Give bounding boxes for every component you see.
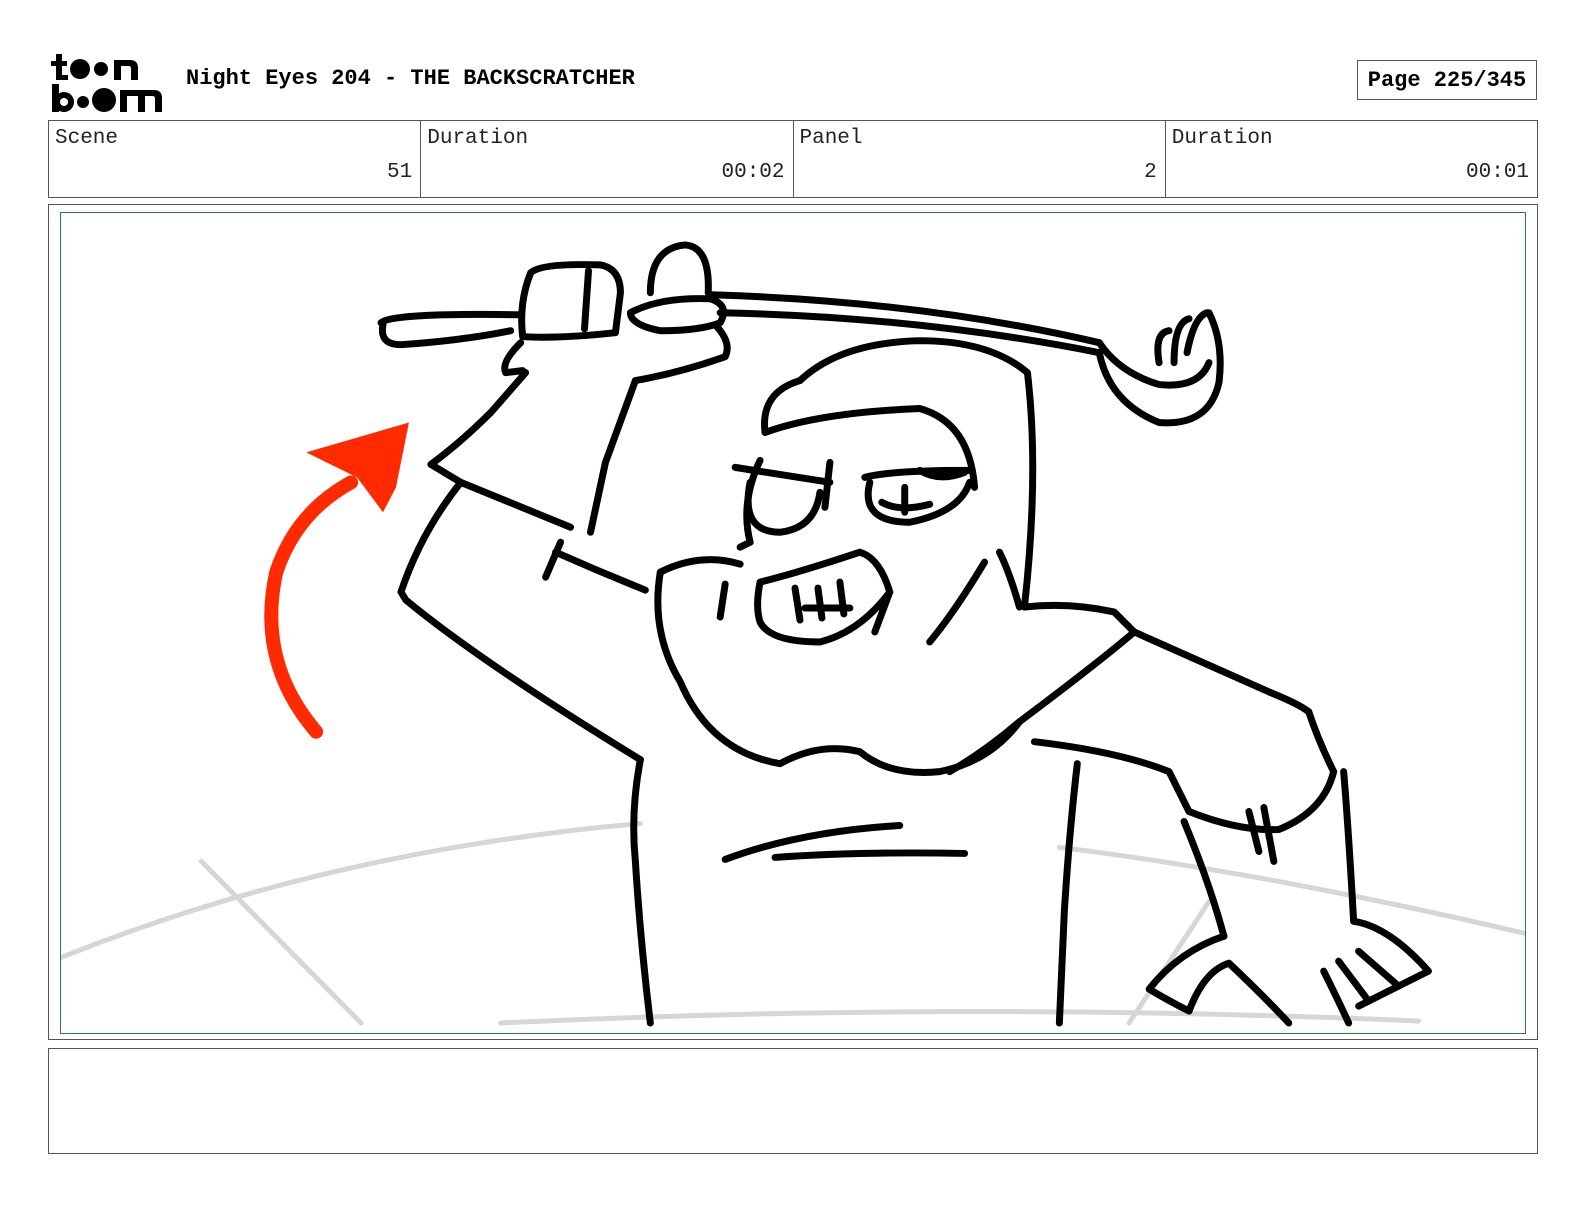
scene-label: Scene xyxy=(55,127,119,150)
panel-duration-label: Duration xyxy=(1171,127,1273,150)
panel-cell: Panel 2 xyxy=(794,121,1166,197)
page-number: Page 225/345 xyxy=(1357,60,1537,100)
scene-cell: Scene 51 xyxy=(49,121,422,197)
document-title: Night Eyes 204 - THE BACKSCRATCHER xyxy=(186,66,635,91)
panel-duration-cell: Duration 00:01 xyxy=(1166,121,1537,197)
scene-duration-cell: Duration 00:02 xyxy=(421,121,794,197)
scene-value: 51 xyxy=(387,161,413,184)
panel-value: 2 xyxy=(1144,161,1157,184)
scene-duration-value: 00:02 xyxy=(721,161,785,184)
toonboom-logo xyxy=(50,50,166,114)
panel-label: Panel xyxy=(799,127,863,150)
panel-duration-value: 00:01 xyxy=(1465,161,1529,184)
motion-arrow xyxy=(264,422,409,739)
panel-drawing xyxy=(60,212,1526,1034)
scene-duration-label: Duration xyxy=(427,127,529,150)
notes-area xyxy=(48,1048,1538,1154)
character-drawing xyxy=(377,241,1432,1027)
info-table: Scene 51 Duration 00:02 Panel 2 Duration… xyxy=(48,120,1538,198)
storyboard-sketch xyxy=(61,241,1525,1027)
